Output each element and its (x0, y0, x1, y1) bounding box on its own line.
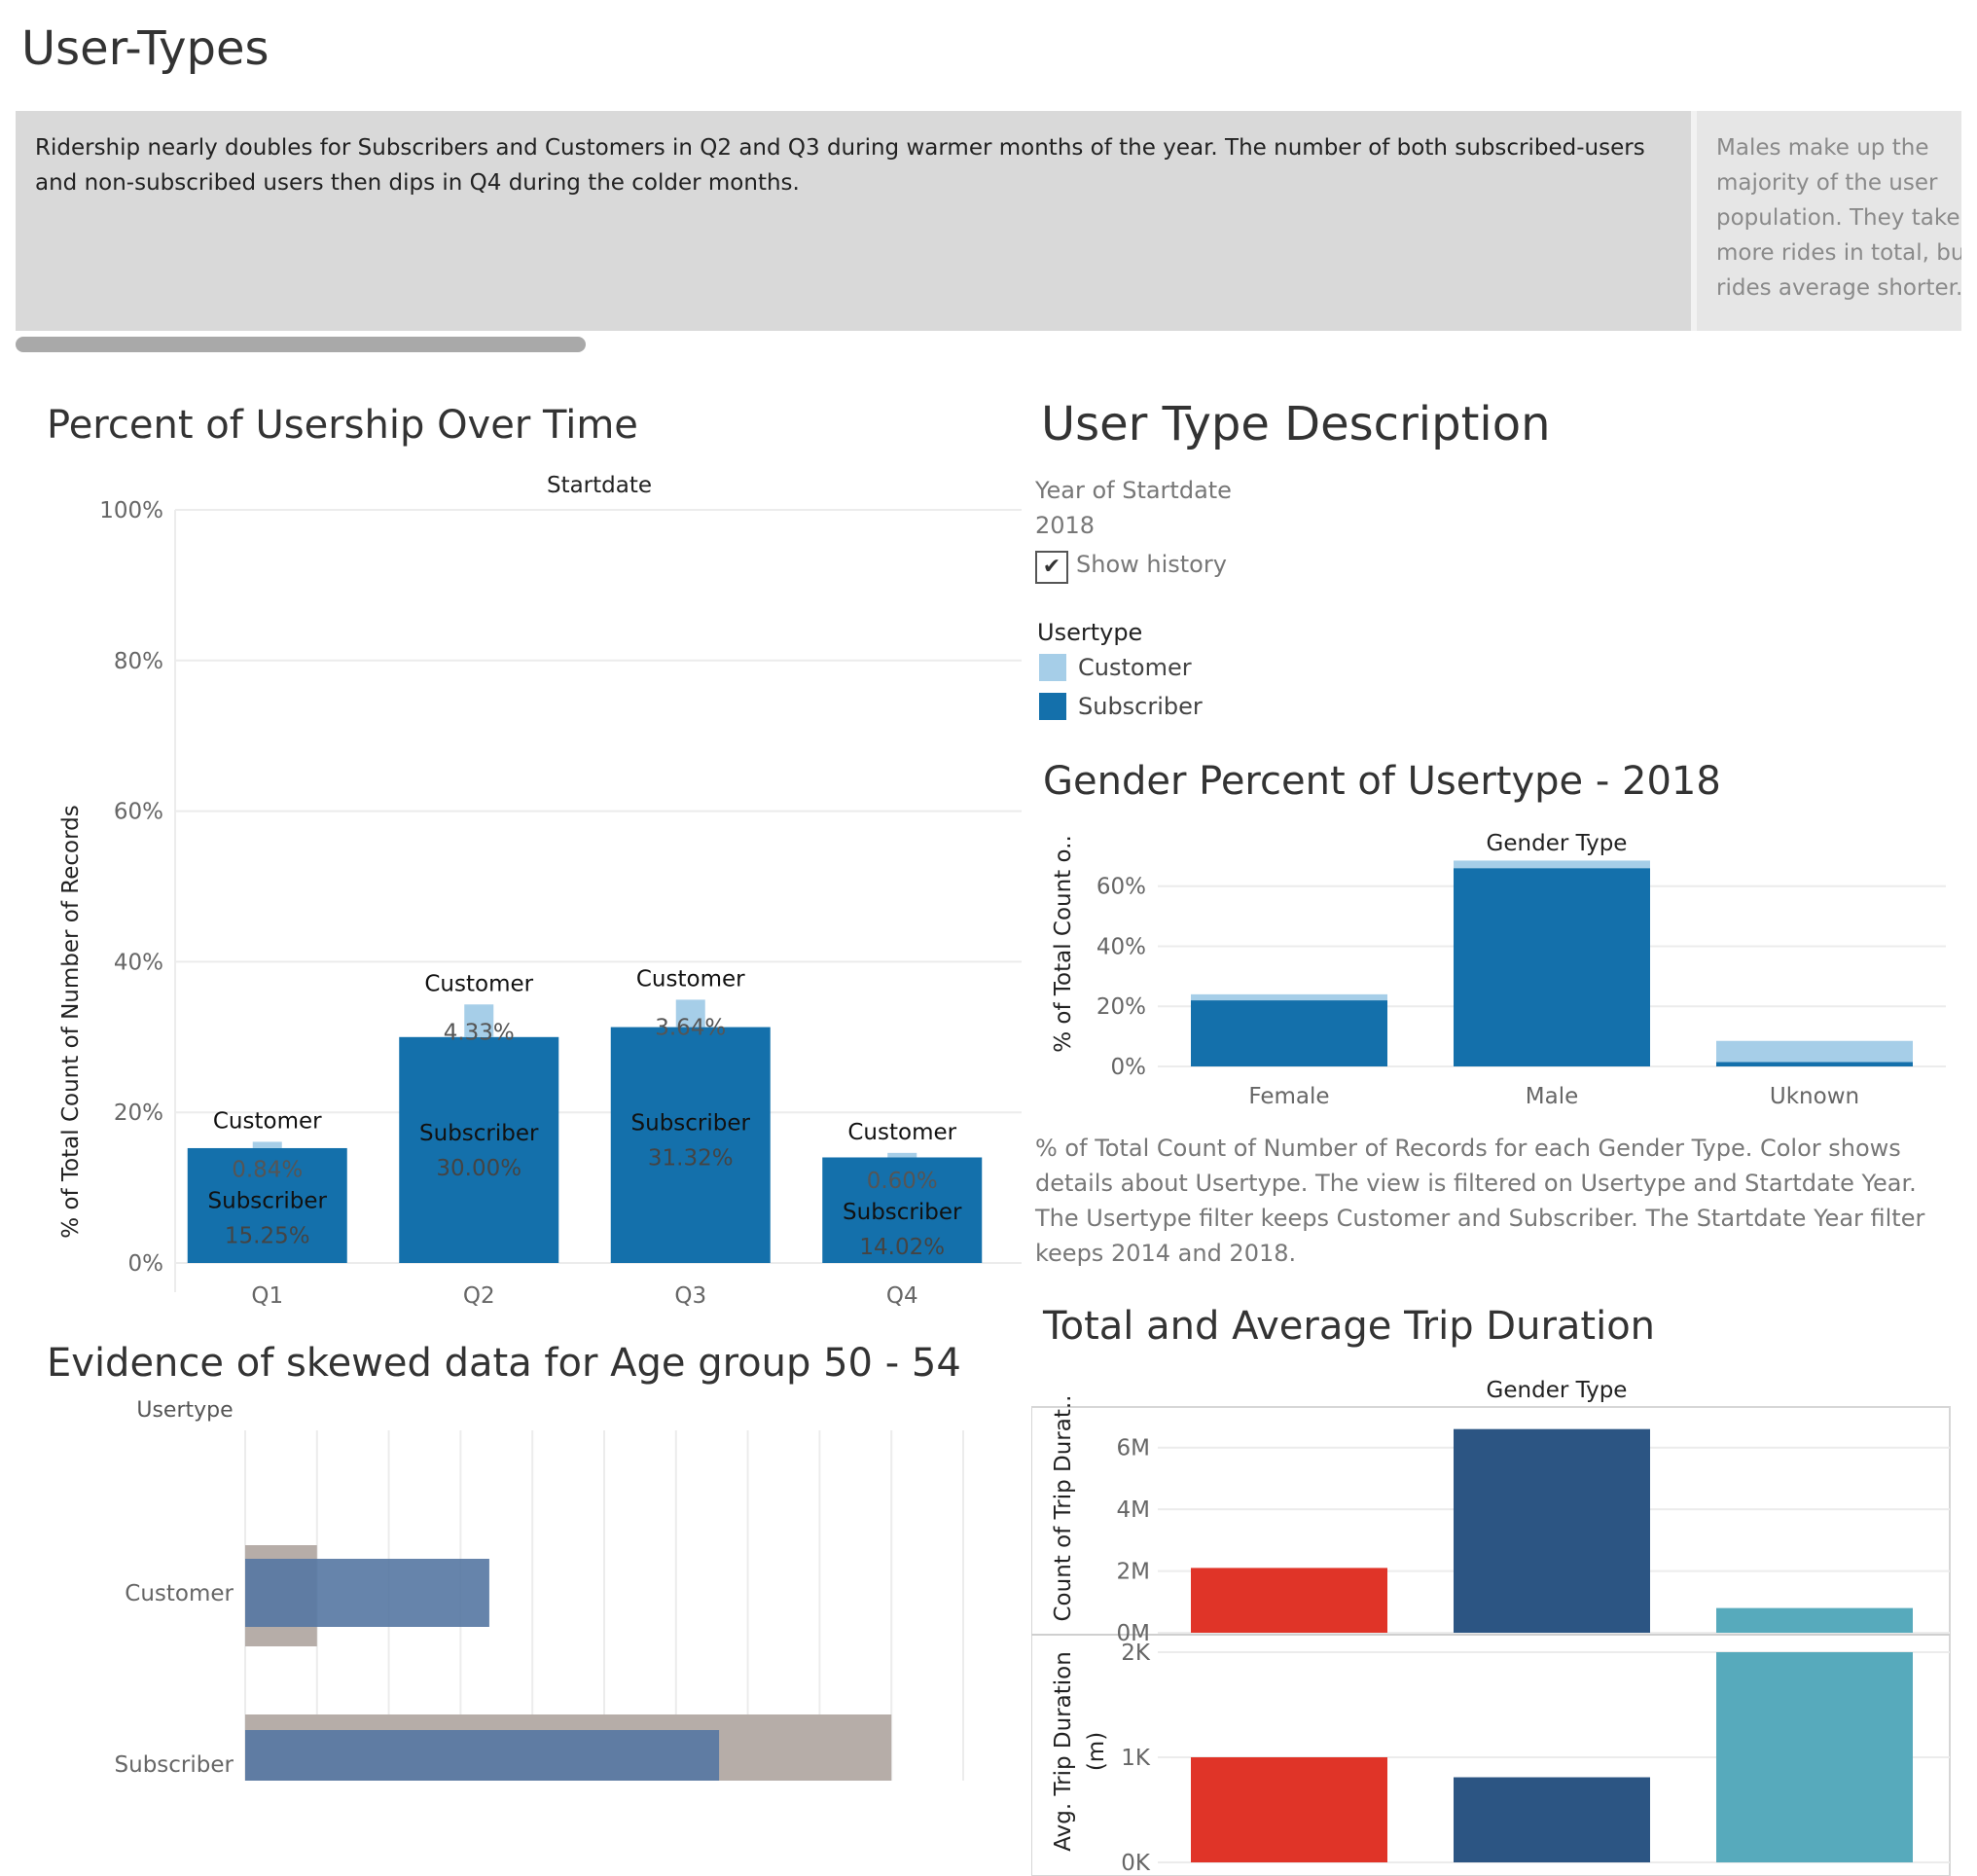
usership-bar-subscriber-q2[interactable] (399, 1036, 559, 1263)
age-value-bar-customer[interactable] (245, 1559, 489, 1627)
gender-bar-subscriber-uknown[interactable] (1716, 1062, 1913, 1066)
legend-swatch-subscriber[interactable] (1039, 693, 1066, 720)
legend-label-customer[interactable]: Customer (1078, 654, 1192, 681)
duration-chart: Gender Type 0M2M4M6M 0K1K2K FemaleMaleUk… (1031, 1378, 1951, 1876)
gender-chart-caption: % of Total Count of Number of Records fo… (1035, 1135, 1925, 1267)
usership-y-tick: 100% (99, 498, 163, 523)
story-title: User-Types (21, 21, 270, 76)
story-point-active[interactable]: Ridership nearly doubles for Subscribers… (16, 111, 1691, 331)
show-history-checkbox[interactable]: ✔ (1035, 551, 1068, 584)
usership-x-tick: Q1 (251, 1283, 283, 1309)
gender-y-tick: 0% (1111, 1055, 1147, 1080)
usership-x-tick: Q4 (886, 1283, 918, 1309)
gender-y-tick: 40% (1096, 934, 1146, 959)
usership-bar-customer-q4[interactable] (887, 1152, 917, 1158)
usership-series-label-customer: Customer (213, 1108, 322, 1134)
usership-y-tick: 80% (114, 649, 163, 674)
gender-chart-title: Gender Percent of Usertype - 2018 (1043, 759, 1721, 804)
usership-y-tick: 60% (114, 800, 163, 825)
gender-x-tick: Male (1526, 1084, 1578, 1109)
user-type-description-title: User Type Description (1041, 397, 1551, 451)
age-row-label: Customer (125, 1581, 234, 1606)
usership-value-label-subscriber: 15.25% (225, 1223, 310, 1248)
usership-chart-title: Percent of Usership Over Time (47, 403, 638, 448)
duration-avg-y-axis-title: Avg. Trip Duration (1051, 1651, 1076, 1852)
duration-column-header: Gender Type (1487, 1378, 1628, 1403)
gender-bar-subscriber-male[interactable] (1454, 868, 1650, 1066)
duration-chart-title: Total and Average Trip Duration (1043, 1304, 1656, 1349)
gender-chart: Gender Type 0% 20% 40% 60% % of Total Count… (1051, 831, 1946, 1109)
legend-title: Usertype (1037, 619, 1143, 646)
usership-value-label-customer: 0.84% (232, 1157, 303, 1182)
usership-value-label-customer: 4.33% (444, 1020, 515, 1045)
checkmark-icon: ✔ (1042, 555, 1061, 579)
gender-x-tick: Uknown (1770, 1084, 1859, 1109)
usership-x-tick: Q2 (463, 1283, 495, 1309)
gender-bar-customer-uknown[interactable] (1716, 1040, 1913, 1063)
usership-column-header: Startdate (547, 473, 652, 498)
duration-total-y-tick: 4M (1117, 1497, 1150, 1523)
age-value-bar-subscriber[interactable] (245, 1730, 720, 1781)
show-history-label[interactable]: Show history (1076, 551, 1227, 578)
legend-swatch-customer[interactable] (1039, 654, 1066, 681)
duration-avg-y-tick: 1K (1121, 1746, 1151, 1771)
duration-total-bar-male[interactable] (1454, 1428, 1650, 1633)
year-filter-value[interactable]: 2018 (1035, 512, 1095, 539)
usership-series-label-subscriber: Subscriber (208, 1188, 328, 1213)
legend-label-subscriber[interactable]: Subscriber (1078, 693, 1203, 720)
gender-y-axis-title: % of Total Count o.. (1051, 835, 1076, 1053)
age-row-label: Subscriber (115, 1752, 234, 1778)
usership-series-label-subscriber: Subscriber (843, 1200, 962, 1225)
usership-value-label-subscriber: 14.02% (859, 1235, 945, 1260)
usership-y-tick: 20% (114, 1100, 163, 1126)
usership-value-label-subscriber: 31.32% (648, 1146, 734, 1172)
gender-column-header: Gender Type (1487, 831, 1628, 856)
usership-series-label-customer: Customer (424, 971, 533, 996)
usership-series-label-customer: Customer (847, 1120, 956, 1145)
usership-chart: Startdate 0% 20% 40% 60% 80% 100% % of Total … (58, 473, 1022, 1309)
duration-total-bar-uknown[interactable] (1716, 1607, 1913, 1633)
usership-value-label-customer: 3.64% (655, 1015, 726, 1040)
usership-x-tick: Q3 (674, 1283, 706, 1309)
duration-total-y-tick: 2M (1117, 1560, 1150, 1585)
year-filter-label: Year of Startdate (1035, 477, 1232, 504)
usership-bar-customer-q1[interactable] (252, 1141, 282, 1148)
usership-value-label-subscriber: 30.00% (436, 1156, 521, 1181)
usership-series-label-subscriber: Subscriber (419, 1121, 539, 1146)
age-group-chart: Usertype Customer Subscriber (115, 1398, 964, 1781)
story-point-next[interactable]: Males make up the majority of the user p… (1697, 111, 1961, 331)
usership-y-tick: 40% (114, 950, 163, 975)
gender-y-tick: 20% (1096, 994, 1146, 1020)
gender-x-tick: Female (1248, 1084, 1329, 1109)
duration-total-y-axis-title: Count of Trip Durat.. (1051, 1395, 1076, 1622)
duration-avg-bar-female[interactable] (1191, 1757, 1387, 1862)
usership-y-axis-title: % of Total Count of Number of Records (58, 805, 84, 1238)
duration-total-bar-female[interactable] (1191, 1568, 1387, 1633)
duration-avg-y-axis-unit: (m) (1084, 1732, 1109, 1771)
duration-total-y-tick: 6M (1117, 1436, 1150, 1461)
gender-bar-customer-female[interactable] (1191, 993, 1387, 1001)
usership-y-tick: 0% (128, 1251, 164, 1277)
gender-bar-customer-male[interactable] (1454, 860, 1650, 869)
usership-value-label-customer: 0.60% (867, 1169, 938, 1194)
duration-avg-bar-uknown[interactable] (1716, 1652, 1913, 1862)
gender-bar-subscriber-female[interactable] (1191, 1000, 1387, 1066)
horizontal-scrollbar[interactable] (16, 337, 586, 352)
duration-avg-bar-male[interactable] (1454, 1777, 1650, 1862)
age-row-header: Usertype (136, 1398, 233, 1423)
duration-avg-y-tick: 0K (1121, 1851, 1151, 1876)
story-points-bar: Ridership nearly doubles for Subscribers… (16, 111, 1961, 331)
usership-series-label-customer: Customer (636, 966, 745, 992)
duration-avg-y-tick: 2K (1121, 1641, 1151, 1666)
age-chart-title: Evidence of skewed data for Age group 50… (47, 1341, 961, 1386)
gender-y-tick: 60% (1096, 875, 1146, 900)
usership-series-label-subscriber: Subscriber (631, 1111, 751, 1136)
